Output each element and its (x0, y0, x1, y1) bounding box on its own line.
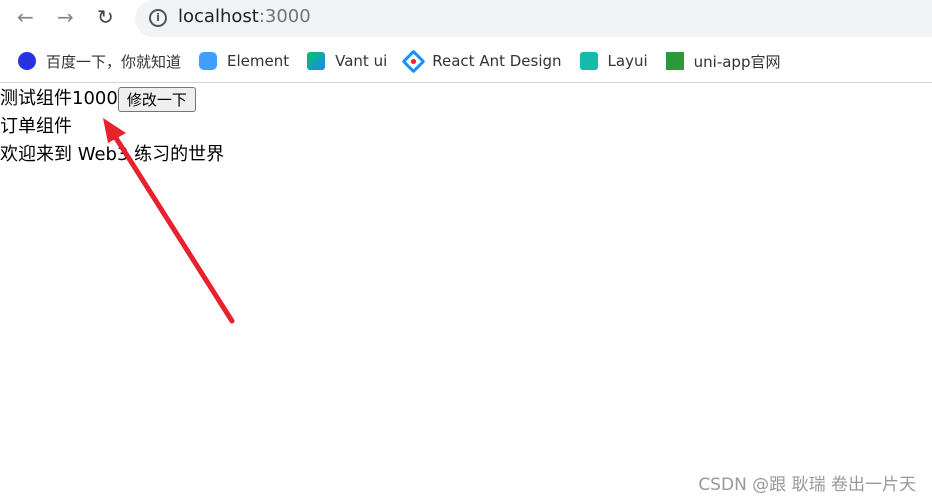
annotation-arrow (103, 118, 235, 324)
watermark: CSDN @跟 耿瑞 卷出一片天 (698, 475, 916, 495)
